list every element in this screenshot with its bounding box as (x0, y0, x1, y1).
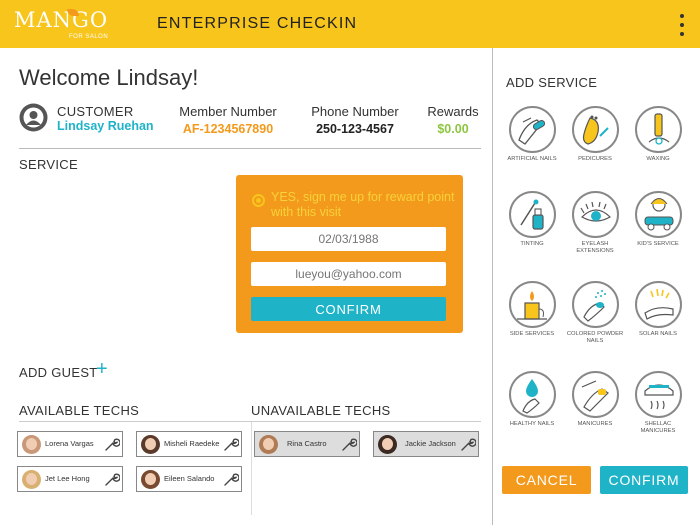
solar-nails-icon (634, 281, 682, 328)
reward-confirm-button[interactable]: CONFIRM (251, 297, 446, 321)
service-tinting[interactable]: TINTING (502, 191, 562, 248)
rewards-block: Rewards $0.00 (424, 104, 482, 136)
service-label: COLORED POWDER NAILS (566, 331, 624, 344)
divider (251, 422, 252, 515)
service-side-services[interactable]: SIDE SERVICES (502, 281, 562, 338)
tech-card-jet-lee-hong[interactable]: Jet Lee Hong (17, 466, 123, 492)
customer-avatar-icon (19, 103, 48, 132)
tech-card-rina-castro[interactable]: Rina Castro (254, 431, 360, 457)
wrench-icon (224, 473, 239, 486)
tech-name: Eileen Salando (164, 474, 215, 483)
mango-logo: MANGO FOR SALON (14, 8, 108, 42)
cancel-button[interactable]: CANCEL (502, 466, 591, 494)
customer-label: CUSTOMER (57, 104, 134, 119)
service-artificial-nails[interactable]: ARTIFICIAL NAILS (502, 106, 562, 163)
logo-subtext: FOR SALON (69, 34, 109, 40)
unavailable-techs-label: UNAVAILABLE TECHS (251, 403, 391, 418)
tech-card-misheli-raedeke[interactable]: Misheli Raedeke (136, 431, 242, 457)
divider (19, 148, 481, 149)
service-label: MANICURES (577, 421, 613, 427)
reward-signup-text: YES, sign me up for reward point with th… (271, 190, 455, 219)
service-healthy-nails[interactable]: HEALTHY NAILS (502, 371, 562, 428)
more-menu-icon[interactable] (676, 12, 688, 38)
tech-name: Rina Castro (287, 439, 327, 448)
add-service-label: ADD SERVICE (506, 75, 598, 90)
tech-name: Jackie Jackson (405, 439, 456, 448)
manicure-icon (571, 371, 619, 418)
service-label: WAXING (646, 156, 670, 162)
tech-name: Jet Lee Hong (45, 474, 90, 483)
tech-card-jackie-jackson[interactable]: Jackie Jackson (373, 431, 479, 457)
service-shellac-manicures[interactable]: SHELLAC MANICURES (628, 371, 688, 435)
powder-nails-icon (571, 281, 619, 328)
reward-signup-radio[interactable] (252, 194, 265, 207)
rewards-label: Rewards (427, 104, 479, 119)
wrench-icon (342, 438, 357, 451)
member-number-value: AF-1234567890 (182, 122, 274, 136)
wrench-icon (105, 473, 120, 486)
service-label: EYELASH EXTENSIONS (576, 241, 614, 254)
service-label: PEDICURES (578, 156, 612, 162)
service-label: SIDE SERVICES (509, 331, 555, 337)
service-pedicures[interactable]: PEDICURES (565, 106, 625, 163)
panel-divider (492, 48, 493, 525)
available-techs-label: AVAILABLE TECHS (19, 403, 140, 418)
service-section-label: SERVICE (19, 157, 78, 172)
birthday-field[interactable] (251, 227, 446, 251)
customer-name: Lindsay Ruehan (57, 119, 154, 133)
avatar (22, 435, 41, 454)
service-label: SHELLAC MANICURES (640, 421, 676, 434)
service-label: HEALTHY NAILS (509, 421, 555, 427)
phone-number-value: 250-123-4567 (316, 122, 394, 136)
plus-icon: + (96, 358, 108, 380)
avatar (141, 470, 160, 489)
service-label: KID'S SERVICE (637, 241, 679, 247)
avatar (141, 435, 160, 454)
avatar (259, 435, 278, 454)
tech-card-lorena-vargas[interactable]: Lorena Vargas (17, 431, 123, 457)
wrench-icon (224, 438, 239, 451)
service-solar-nails[interactable]: SOLAR NAILS (628, 281, 688, 338)
welcome-heading: Welcome Lindsay! (19, 65, 199, 90)
wrench-icon (105, 438, 120, 451)
member-number-label: Member Number (179, 104, 277, 119)
page-title: ENTERPRISE CHECKIN (157, 15, 358, 32)
healthy-nails-icon (508, 371, 556, 418)
service-label: ARTIFICIAL NAILS (507, 156, 557, 162)
logo-text: MANGO (14, 8, 109, 32)
tech-card-eileen-salando[interactable]: Eileen Salando (136, 466, 242, 492)
reward-signup-card: YES, sign me up for reward point with th… (236, 175, 463, 333)
waxing-icon (634, 106, 682, 153)
wrench-icon (461, 438, 476, 451)
phone-number-label: Phone Number (311, 104, 399, 119)
pedicure-icon (571, 106, 619, 153)
phone-number-block: Phone Number 250-123-4567 (302, 104, 408, 136)
tech-name: Misheli Raedeke (164, 439, 220, 448)
service-label: TINTING (520, 241, 544, 247)
tinting-icon (508, 191, 556, 238)
add-guest-button[interactable]: ADD GUEST + (19, 358, 108, 380)
kids-service-icon (634, 191, 682, 238)
artificial-nails-icon (508, 106, 556, 153)
confirm-button[interactable]: CONFIRM (600, 466, 688, 494)
rewards-value: $0.00 (437, 122, 469, 136)
add-guest-label: ADD GUEST (19, 365, 98, 380)
avatar (378, 435, 397, 454)
shellac-icon (634, 371, 682, 418)
service-eyelash-extensions[interactable]: EYELASH EXTENSIONS (565, 191, 625, 255)
eyelash-icon (571, 191, 619, 238)
email-field[interactable] (251, 262, 446, 286)
service-label: SOLAR NAILS (638, 331, 678, 337)
candle-icon (508, 281, 556, 328)
service-colored-powder-nails[interactable]: COLORED POWDER NAILS (565, 281, 625, 345)
member-number-block: Member Number AF-1234567890 (172, 104, 284, 136)
app-header: MANGO FOR SALON ENTERPRISE CHECKIN (0, 0, 700, 48)
service-kids-service[interactable]: KID'S SERVICE (628, 191, 688, 248)
service-waxing[interactable]: WAXING (628, 106, 688, 163)
avatar (22, 470, 41, 489)
divider (19, 421, 481, 422)
tech-name: Lorena Vargas (45, 439, 94, 448)
service-manicures[interactable]: MANICURES (565, 371, 625, 428)
